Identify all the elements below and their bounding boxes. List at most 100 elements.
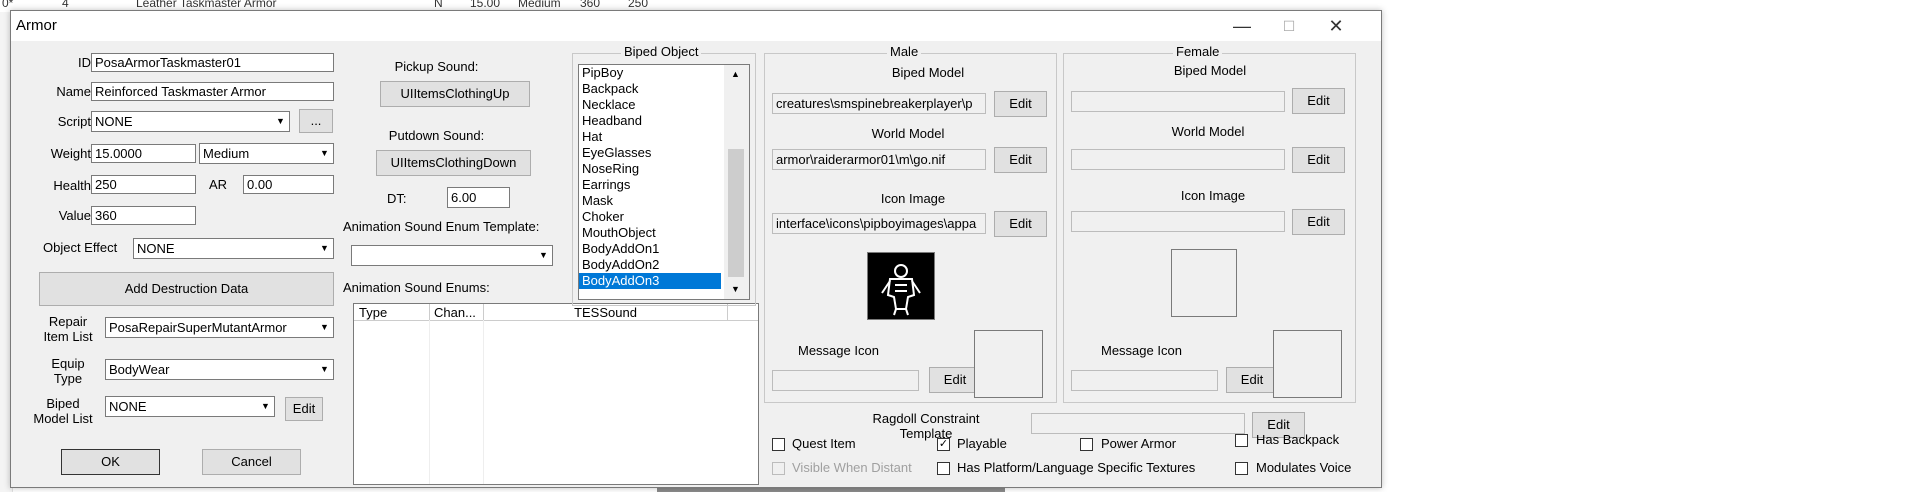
biped-list-label-line: Biped [46,396,80,411]
object-effect-label: Object Effect [43,240,118,255]
male-icon-image-label: Icon Image [880,191,946,206]
health-field[interactable]: 250 [91,175,196,194]
playable-checkbox[interactable]: ✓ [937,438,950,451]
scrollbar-thumb[interactable] [728,149,744,277]
script-select[interactable]: NONE ▼ [91,111,290,132]
male-icon-image-edit-button[interactable]: Edit [994,211,1047,237]
biped-object-item[interactable]: MouthObject [579,225,721,241]
biped-object-item[interactable]: Necklace [579,97,721,113]
male-biped-model-label: Biped Model [891,65,965,80]
ar-field[interactable]: 0.00 [243,175,334,194]
biped-object-list[interactable]: PipBoy Backpack Necklace Headband Hat EyeGlas… [578,64,750,300]
power-armor-label: Power Armor [1101,436,1177,451]
maximize-button[interactable]: ☐ [1266,11,1312,41]
biped-object-item[interactable]: Choker [579,209,721,225]
biped-list-label-line: Model List [33,411,93,426]
biped-object-item[interactable]: Earrings [579,177,721,193]
male-biped-model-edit-button[interactable]: Edit [994,91,1047,117]
close-button[interactable]: ✕ [1313,11,1359,41]
biped-object-item[interactable]: EyeGlasses [579,145,721,161]
chevron-down-icon: ▼ [320,148,329,158]
cancel-button[interactable]: Cancel [202,449,301,475]
chevron-down-icon: ▼ [276,116,285,126]
minimize-button[interactable]: — [1219,11,1265,41]
male-world-model-field[interactable]: armor\raiderarmor01\m\go.nif [772,149,986,170]
biped-list-scrollbar[interactable]: ▲ ▼ [724,65,749,299]
modulates-voice-label: Modulates Voice [1256,460,1352,475]
male-message-icon-preview [974,330,1043,398]
animation-enums-table[interactable]: Type Chan... TESSound [353,303,759,485]
quest-item-checkbox[interactable] [772,438,785,451]
male-world-model-edit-button[interactable]: Edit [994,147,1047,173]
female-message-icon-edit-button[interactable]: Edit [1226,367,1278,393]
title-bar[interactable]: Armor — ☐ ✕ [11,11,1381,41]
equip-label-line: Equip [51,356,85,371]
animation-template-select[interactable]: ▼ [351,245,553,266]
male-biped-model-field[interactable]: creatures\smspinebreakerplayer\p [772,93,986,114]
ok-button[interactable]: OK [61,449,160,475]
chevron-up-icon[interactable]: ▲ [731,69,740,79]
repair-label-line: Repair [48,314,88,329]
column-divider [429,320,430,484]
table-header[interactable]: Type [359,305,387,320]
object-effect-select[interactable]: NONE ▼ [133,238,334,259]
power-armor-checkbox[interactable] [1080,438,1093,451]
male-icon-image-field[interactable]: interface\icons\pipboyimages\appa [772,213,986,234]
weight-field[interactable]: 15.0000 [91,144,196,163]
female-world-model-field[interactable] [1071,149,1285,170]
biped-model-list-edit-button[interactable]: Edit [285,397,323,421]
female-biped-model-label: Biped Model [1173,63,1247,78]
biped-object-item[interactable]: Hat [579,129,721,145]
repair-item-list-select[interactable]: PosaRepairSuperMutantArmor ▼ [105,317,334,338]
biped-object-item[interactable]: NoseRing [579,161,721,177]
name-label: Name [56,84,91,99]
equip-type-select[interactable]: BodyWear ▼ [105,359,334,380]
value-label: Value [58,208,91,223]
female-biped-model-field[interactable] [1071,91,1285,112]
biped-object-item[interactable]: BodyAddOn3 [579,273,721,289]
equip-type-label: Equip Type [39,356,97,386]
playable-label: Playable [957,436,1007,451]
biped-model-list-value: NONE [109,399,147,414]
female-icon-image-field[interactable] [1071,211,1285,232]
has-backpack-checkbox[interactable] [1235,434,1248,447]
equip-type-value: BodyWear [109,362,170,377]
putdown-sound-button[interactable]: UIItemsClothingDown [376,150,531,176]
modulates-voice-checkbox[interactable] [1235,462,1248,475]
biped-object-item[interactable]: BodyAddOn2 [579,257,721,273]
background-cell: Medium [518,0,561,10]
platform-textures-checkbox[interactable] [937,462,950,475]
visible-when-distant-checkbox[interactable] [772,462,785,475]
biped-object-item[interactable]: Headband [579,113,721,129]
repair-item-list-label: Repair Item List [39,314,97,344]
value-field[interactable]: 360 [91,206,196,225]
male-message-icon-field[interactable] [772,370,919,391]
id-field[interactable]: PosaArmorTaskmaster01 [91,53,334,72]
male-icon-preview [867,252,935,320]
biped-object-item[interactable]: Backpack [579,81,721,97]
biped-object-item[interactable]: BodyAddOn1 [579,241,721,257]
female-world-model-edit-button[interactable]: Edit [1292,147,1345,173]
name-field[interactable]: Reinforced Taskmaster Armor [91,82,334,101]
script-browse-button[interactable]: ... [299,109,333,133]
armor-figure-icon [881,264,921,316]
biped-object-item[interactable]: Mask [579,193,721,209]
table-header[interactable]: Chan... [434,305,476,320]
chevron-down-icon[interactable]: ▼ [731,284,740,294]
weight-class-select[interactable]: Medium ▼ [199,143,334,164]
female-message-icon-field[interactable] [1071,370,1218,391]
dt-field[interactable]: 6.00 [447,187,510,208]
pickup-sound-button[interactable]: UIItemsClothingUp [380,81,530,107]
female-biped-model-edit-button[interactable]: Edit [1292,88,1345,114]
weight-class-value: Medium [203,146,250,161]
background-cell: Leather Taskmaster Armor [136,0,277,10]
biped-model-list-select[interactable]: NONE ▼ [105,396,275,417]
table-header[interactable]: TESSound [484,305,727,320]
has-backpack-label: Has Backpack [1256,432,1340,447]
biped-object-item[interactable]: PipBoy [579,65,721,81]
female-icon-image-edit-button[interactable]: Edit [1292,209,1345,235]
add-destruction-data-button[interactable]: Add Destruction Data [39,272,334,306]
ragdoll-template-field[interactable] [1031,413,1245,434]
female-title: Female [1173,44,1223,59]
ar-label: AR [209,177,228,192]
